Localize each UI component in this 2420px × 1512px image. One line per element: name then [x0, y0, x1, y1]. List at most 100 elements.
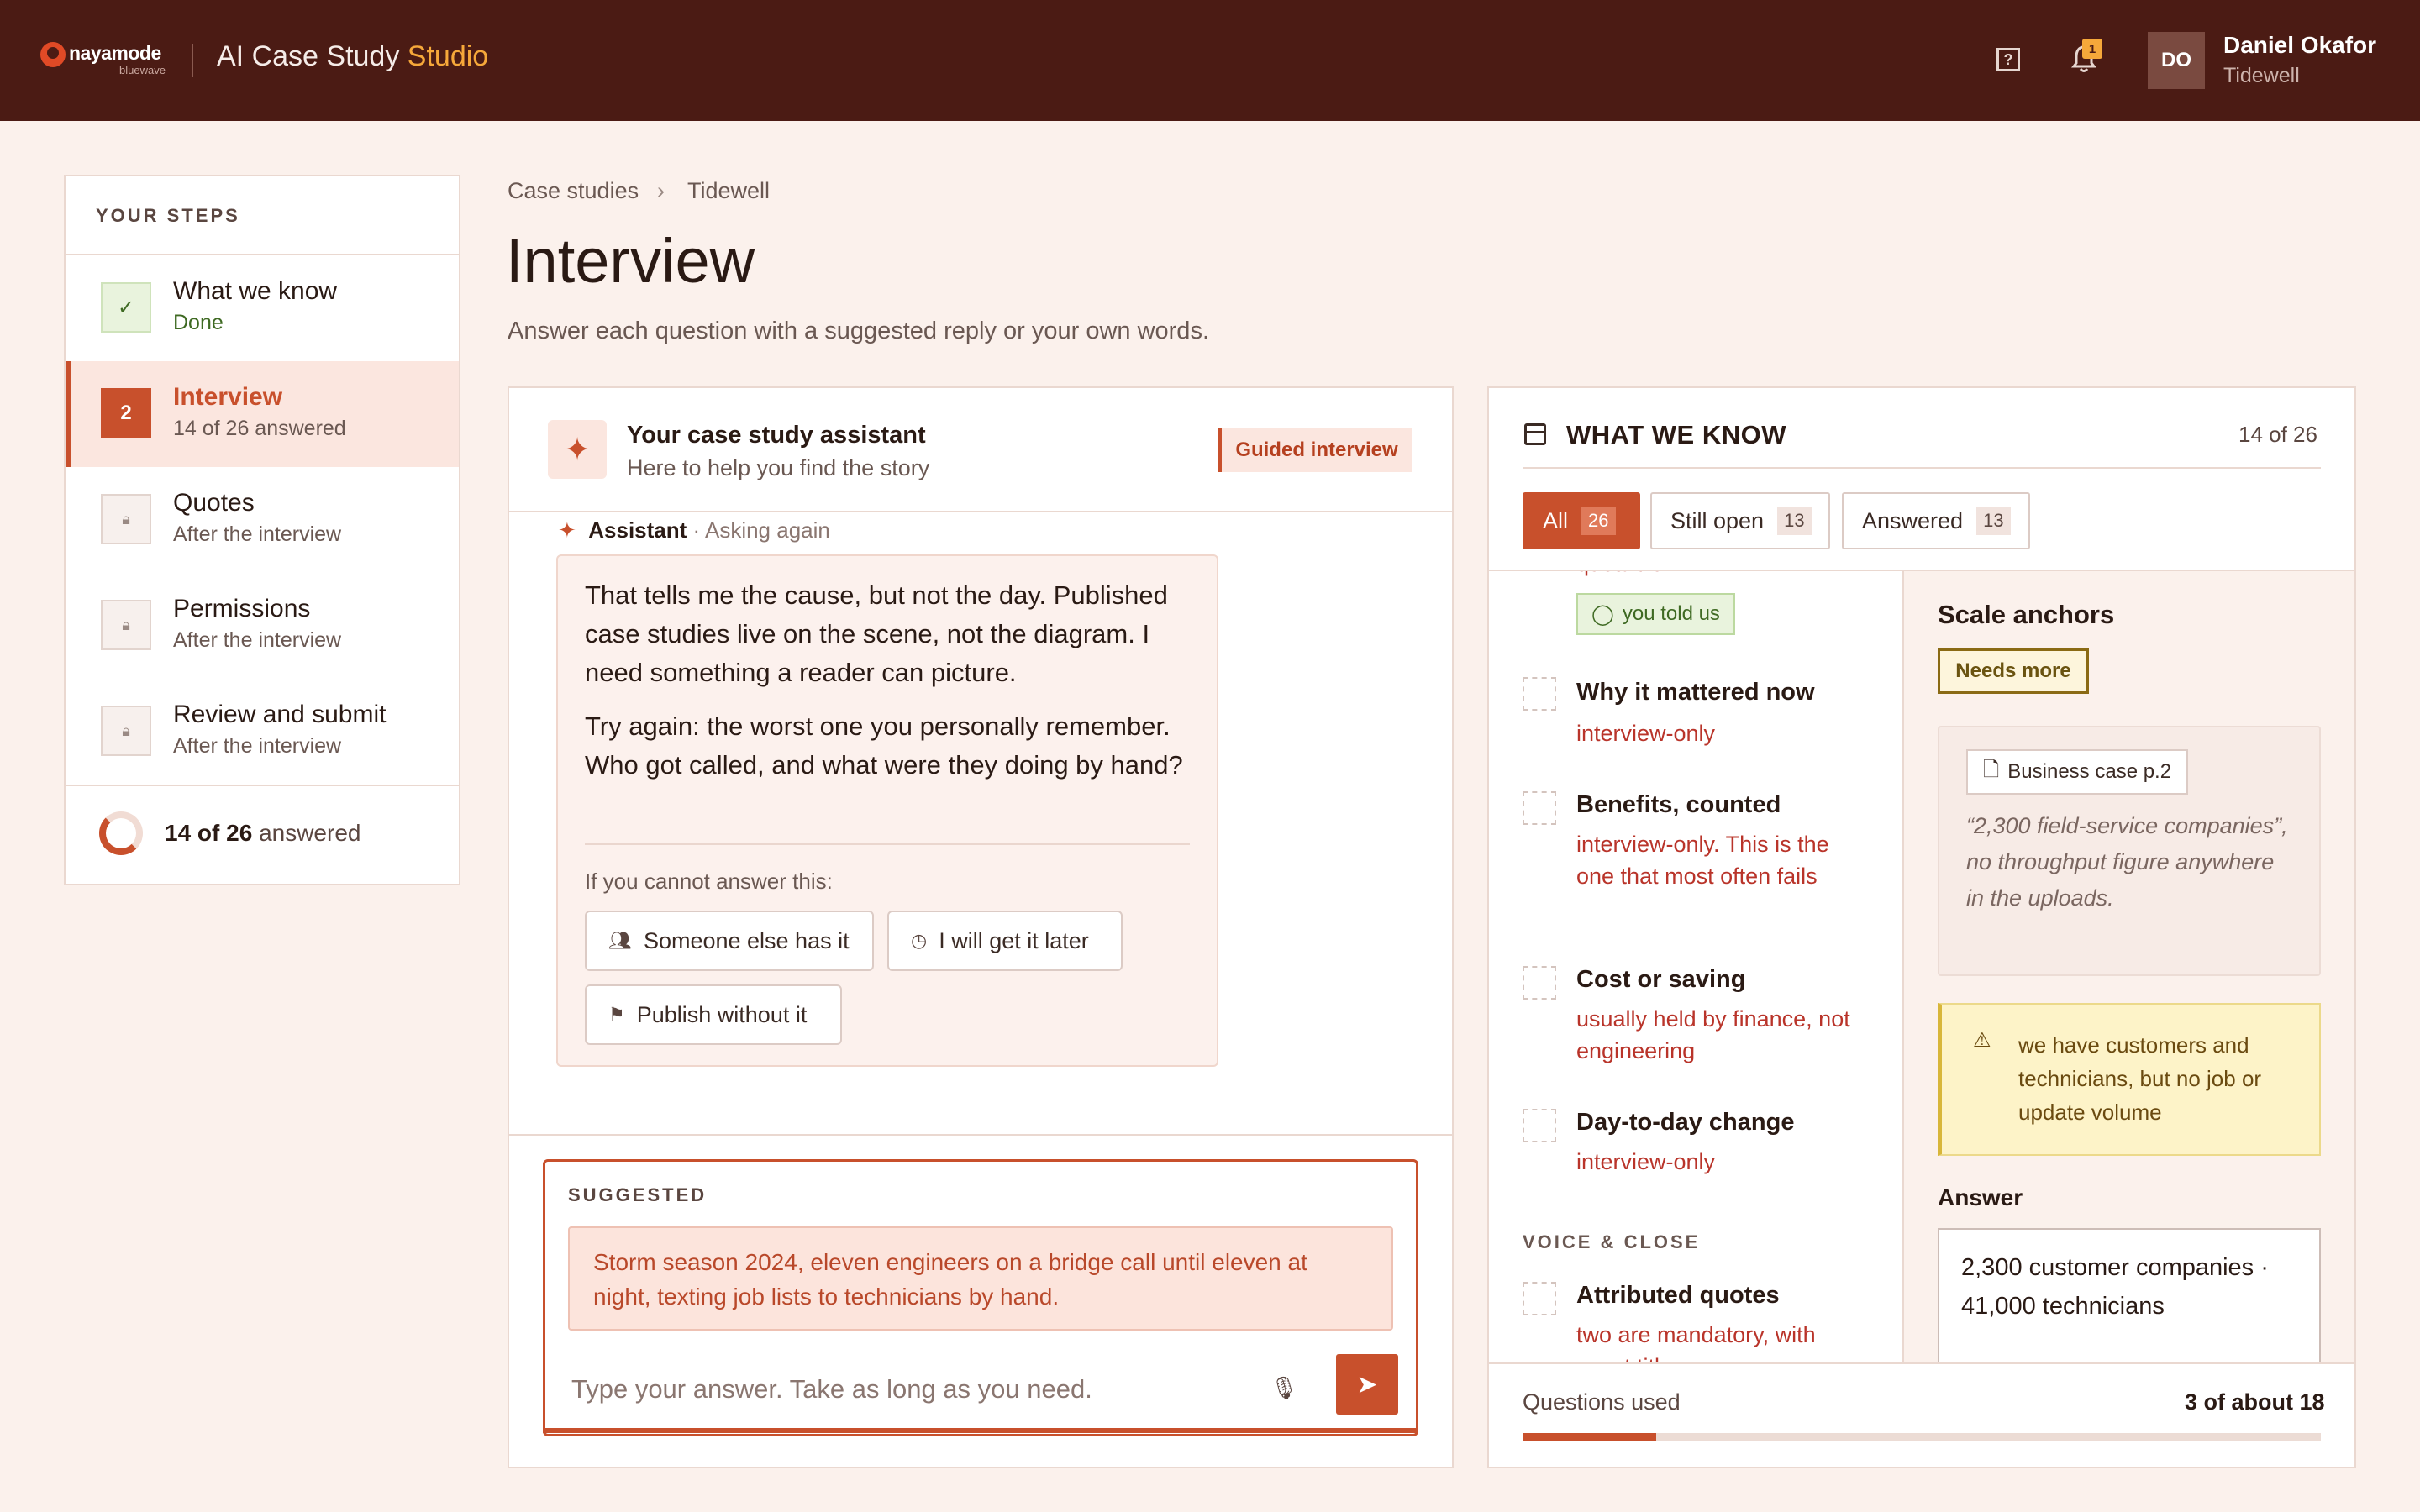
avatar[interactable]: DO — [2148, 32, 2205, 89]
filter-label: Answered — [1862, 507, 1964, 533]
publish-without-button[interactable]: ⚑ Publish without it — [585, 984, 842, 1045]
step-status: After the interview — [173, 734, 342, 758]
answer-input[interactable] — [571, 1369, 1244, 1410]
option-label: Publish without it — [636, 1001, 808, 1027]
checklist: quotable ◯ you told us Why it mattered no… — [1489, 571, 1901, 1364]
item-title[interactable]: Benefits, counted — [1576, 791, 1781, 819]
progress-count: 14 of 26 — [165, 820, 253, 846]
mic-icon[interactable]: 🎙︎ — [1270, 1371, 1298, 1404]
item-title[interactable]: Day-to-day change — [1576, 1109, 1794, 1137]
filter-label: All — [1543, 507, 1569, 533]
status-badge: Needs more — [1938, 648, 2089, 694]
source-quote: “2,300 field-service companies”, no thro… — [1966, 813, 2288, 911]
user-name[interactable]: Daniel Okafor — [2223, 32, 2376, 59]
step-title: Quotes — [173, 489, 255, 517]
panel-icon — [1524, 423, 1546, 445]
clipped-status: quotable — [1576, 571, 1664, 580]
filter-count: 26 — [1581, 507, 1616, 535]
progress-ring — [99, 811, 143, 855]
suggested-label: SUGGESTED — [568, 1184, 708, 1205]
help-circle-icon[interactable]: ? — [1996, 48, 2020, 71]
page-subtitle: Answer each question with a suggested re… — [508, 318, 1209, 344]
lock-icon: 🔒︎ — [101, 600, 151, 650]
breadcrumb-current: Tidewell — [687, 178, 771, 203]
item-title[interactable]: Why it mattered now — [1576, 679, 1815, 706]
assistant-subtitle: Here to help you find the story — [627, 455, 930, 480]
message-sender: Assistant — [588, 517, 687, 543]
source-tag-label: Business case p.2 — [2007, 760, 2172, 783]
page-title: Interview — [506, 226, 755, 296]
send-button[interactable]: ➤ — [1336, 1354, 1398, 1415]
item-title[interactable]: Cost or saving — [1576, 966, 1745, 994]
chevron-right-icon: › — [657, 178, 665, 203]
step-status: 14 of 26 answered — [173, 417, 346, 440]
item-checkbox[interactable] — [1523, 677, 1556, 711]
clock-icon: ◷ — [911, 930, 928, 951]
step-title: What we know — [173, 277, 338, 305]
mode-badge: Guided interview — [1218, 428, 1412, 472]
cannot-answer-label: If you cannot answer this: — [585, 869, 833, 894]
item-checkbox[interactable] — [1523, 966, 1556, 1000]
divider — [66, 785, 459, 786]
app-title-main: AI Case Study — [217, 40, 400, 72]
filter-answered[interactable]: Answered 13 — [1842, 492, 2030, 549]
option-label: I will get it later — [939, 927, 1089, 953]
questions-used-value: 3 of about 18 — [2185, 1389, 2325, 1415]
filter-label: Still open — [1670, 507, 1765, 533]
answer-textarea[interactable]: 2,300 customer companies · 41,000 techni… — [1938, 1228, 2321, 1364]
item-status: interview-only — [1576, 721, 1716, 746]
suggested-reply[interactable]: Storm season 2024, eleven engineers on a… — [568, 1226, 1393, 1331]
check-icon: ✓ — [101, 282, 151, 333]
logo-icon — [40, 42, 66, 67]
option-label: Someone else has it — [643, 927, 850, 953]
item-title[interactable]: Attributed quotes — [1576, 1282, 1780, 1310]
lock-icon: 🔒︎ — [101, 706, 151, 756]
filter-still-open[interactable]: Still open 13 — [1650, 492, 1830, 549]
item-status: two are mandatory, with exact titles — [1576, 1322, 1816, 1364]
steps-progress-text: 14 of 26 answered — [165, 820, 360, 847]
message-tag: · Asking again — [692, 517, 830, 543]
know-count: 14 of 26 — [2238, 422, 2317, 447]
app-title: AI Case Study Studio — [217, 40, 488, 73]
step-title: Permissions — [173, 595, 311, 622]
brand-logo[interactable]: nayamode — [69, 42, 161, 65]
divider — [1523, 467, 2321, 469]
step-number: 2 — [101, 388, 151, 438]
warning-text: we have customers and technicians, but n… — [2018, 1032, 2262, 1125]
sparkle-icon: ✦ — [558, 517, 576, 543]
item-checkbox[interactable] — [1523, 791, 1556, 825]
divider — [585, 843, 1190, 845]
breadcrumb-root[interactable]: Case studies — [508, 178, 639, 204]
told-badge: ◯ you told us — [1576, 593, 1735, 635]
section-heading: VOICE & CLOSE — [1523, 1231, 1701, 1252]
item-status: interview-only — [1576, 1149, 1716, 1174]
divider — [509, 511, 1452, 512]
assistant-title: Your case study assistant — [627, 422, 926, 449]
questions-used-label: Questions used — [1523, 1389, 1681, 1415]
send-icon: ➤ — [1356, 1370, 1378, 1399]
composer-accent — [543, 1428, 1418, 1433]
source-tag[interactable]: 🗋 Business case p.2 — [1966, 749, 2189, 795]
item-checkbox[interactable] — [1523, 1282, 1556, 1315]
flag-icon: ⚑ — [608, 1004, 625, 1025]
filter-count: 13 — [1777, 507, 1812, 535]
detail-title: Scale anchors — [1938, 600, 2115, 629]
active-indicator — [66, 361, 71, 467]
document-icon: 🗋 — [1983, 758, 2000, 781]
get-later-button[interactable]: ◷ I will get it later — [887, 911, 1123, 971]
lock-icon: 🔒︎ — [101, 494, 151, 544]
user-org: Tidewell — [2223, 64, 2300, 87]
message-paragraph: Try again: the worst one you personally … — [585, 711, 1183, 780]
warning-triangle-icon: ⚠ — [1973, 1029, 1991, 1052]
someone-else-button[interactable]: 👥︎ Someone else has it — [585, 911, 874, 971]
divider — [509, 1134, 1452, 1136]
step-status: Done — [173, 311, 224, 334]
questions-progress-fill — [1523, 1433, 1656, 1441]
item-checkbox[interactable] — [1523, 1109, 1556, 1142]
told-label: you told us — [1622, 602, 1720, 625]
item-status: interview-only. This is the one that mos… — [1576, 832, 1829, 889]
step-title: Review and submit — [173, 701, 387, 728]
app-title-accent: Studio — [407, 40, 489, 72]
filter-all[interactable]: All 26 — [1523, 492, 1640, 549]
steps-heading: YOUR STEPS — [96, 205, 240, 226]
